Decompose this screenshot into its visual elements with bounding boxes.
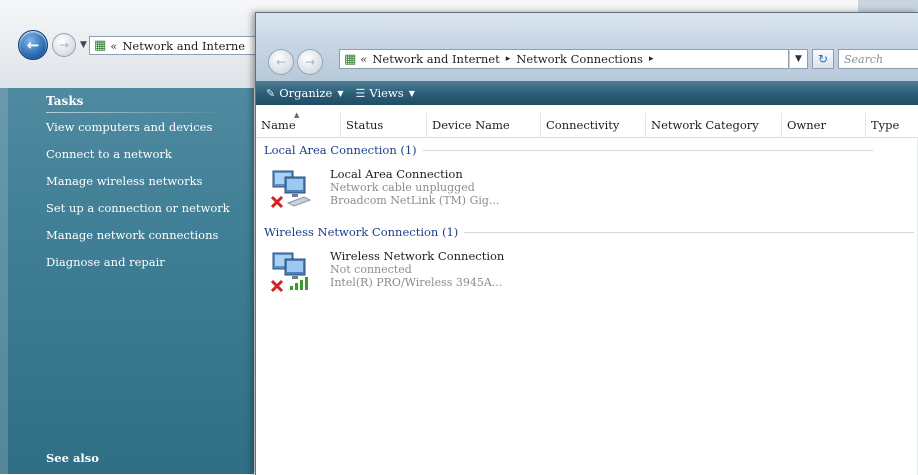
group-header-local-area[interactable]: Local Area Connection (1) bbox=[264, 143, 873, 157]
organize-label: Organize bbox=[279, 86, 333, 100]
front-nav-buttons: ← → bbox=[268, 49, 323, 75]
wireless-network-icon bbox=[270, 252, 308, 293]
views-button[interactable]: ☰ Views ▼ bbox=[355, 86, 414, 100]
column-owner-label: Owner bbox=[787, 118, 826, 132]
column-device-name[interactable]: Device Name bbox=[427, 113, 541, 137]
connection-status: Network cable unplugged bbox=[330, 181, 475, 194]
column-device-name-label: Device Name bbox=[432, 118, 510, 132]
views-icon: ☰ bbox=[355, 86, 366, 100]
task-manage-wireless[interactable]: Manage wireless networks bbox=[46, 174, 230, 201]
recent-pages-dropdown-icon[interactable]: ▼ bbox=[80, 40, 87, 50]
views-label: Views bbox=[369, 86, 404, 100]
network-connections-icon: ▦ bbox=[344, 51, 357, 67]
column-name-label: Name bbox=[261, 118, 296, 132]
back-address-bar[interactable]: ▦ « Network and Interne bbox=[89, 36, 259, 55]
chevron-down-icon: ▼ bbox=[337, 88, 344, 98]
connection-device: Broadcom NetLink (TM) Gig... bbox=[330, 194, 500, 207]
organize-button[interactable]: ✎ Organize ▼ bbox=[266, 86, 343, 100]
command-bar: ✎ Organize ▼ ☰ Views ▼ bbox=[256, 81, 918, 105]
address-chevron[interactable]: « bbox=[110, 39, 117, 53]
group-divider bbox=[422, 149, 873, 151]
column-connectivity[interactable]: Connectivity bbox=[541, 113, 646, 137]
address-bar[interactable]: ▦ « Network and Internet ▸ Network Conne… bbox=[339, 49, 789, 69]
column-connectivity-label: Connectivity bbox=[546, 118, 620, 132]
column-type[interactable]: Type bbox=[866, 113, 918, 137]
front-titlebar: ← → ▦ « Network and Internet ▸ Network C… bbox=[256, 13, 918, 81]
column-status-label: Status bbox=[346, 118, 384, 132]
group-header-label: Wireless Network Connection (1) bbox=[264, 225, 459, 239]
column-network-category[interactable]: Network Category bbox=[646, 113, 782, 137]
group-divider bbox=[464, 231, 915, 233]
connection-name: Wireless Network Connection bbox=[330, 249, 505, 263]
task-setup-connection[interactable]: Set up a connection or network bbox=[46, 201, 230, 228]
task-connect-network[interactable]: Connect to a network bbox=[46, 147, 230, 174]
task-view-computers[interactable]: View computers and devices bbox=[46, 120, 230, 147]
breadcrumb-network-internet[interactable]: Network and Internet bbox=[372, 52, 499, 66]
task-manage-connections[interactable]: Manage network connections bbox=[46, 228, 230, 255]
forward-arrow-icon[interactable]: → bbox=[297, 49, 323, 75]
chevron-down-icon: ▼ bbox=[408, 88, 415, 98]
network-folder-icon: ▦ bbox=[94, 38, 107, 53]
connection-device: Intel(R) PRO/Wireless 3945A... bbox=[330, 276, 503, 289]
tasks-divider bbox=[46, 112, 226, 113]
address-dropdown-icon[interactable]: ▼ bbox=[790, 49, 808, 69]
task-pane-edge bbox=[0, 88, 8, 474]
list-item-wireless-network-connection[interactable]: Wireless Network Connection Not connecte… bbox=[270, 249, 570, 301]
wired-network-icon bbox=[270, 170, 312, 209]
organize-icon: ✎ bbox=[266, 86, 276, 100]
column-headers: ▲ Name Status Device Name Connectivity N… bbox=[256, 111, 918, 138]
breadcrumb-separator-icon[interactable]: ▸ bbox=[649, 54, 654, 64]
see-also-heading: See also bbox=[46, 451, 99, 465]
breadcrumb-separator-icon[interactable]: ▸ bbox=[506, 54, 511, 64]
search-placeholder: Search bbox=[844, 52, 884, 66]
address-chevron[interactable]: « bbox=[360, 52, 367, 66]
connection-name: Local Area Connection bbox=[330, 167, 463, 181]
sort-ascending-icon: ▲ bbox=[294, 111, 300, 119]
connection-text: Local Area Connection Network cable unpl… bbox=[330, 167, 499, 207]
connection-text: Wireless Network Connection Not connecte… bbox=[330, 249, 504, 289]
back-arrow-icon[interactable]: ← bbox=[18, 30, 48, 60]
back-arrow-icon[interactable]: ← bbox=[268, 49, 294, 75]
breadcrumb-network-connections[interactable]: Network Connections bbox=[516, 52, 643, 66]
column-owner[interactable]: Owner bbox=[782, 113, 866, 137]
search-input[interactable]: Search bbox=[838, 49, 918, 69]
group-header-label: Local Area Connection (1) bbox=[264, 143, 417, 157]
tasks-title: Tasks bbox=[46, 94, 84, 108]
column-status[interactable]: Status bbox=[341, 113, 427, 137]
back-nav-buttons: ← → ▼ bbox=[18, 30, 87, 60]
column-network-category-label: Network Category bbox=[651, 118, 759, 132]
address-text: Network and Interne bbox=[122, 38, 246, 53]
forward-arrow-icon[interactable]: → bbox=[52, 33, 76, 57]
connection-status: Not connected bbox=[330, 263, 412, 276]
column-name[interactable]: ▲ Name bbox=[256, 111, 341, 137]
refresh-icon[interactable]: ↻ bbox=[812, 49, 834, 69]
task-list: View computers and devices Connect to a … bbox=[46, 120, 230, 282]
column-type-label: Type bbox=[871, 118, 900, 132]
task-pane: Tasks View computers and devices Connect… bbox=[0, 88, 254, 474]
network-connections-window: ← → ▦ « Network and Internet ▸ Network C… bbox=[255, 12, 918, 475]
group-header-wireless[interactable]: Wireless Network Connection (1) bbox=[264, 225, 915, 239]
list-item-local-area-connection[interactable]: Local Area Connection Network cable unpl… bbox=[270, 167, 570, 219]
task-diagnose-repair[interactable]: Diagnose and repair bbox=[46, 255, 230, 282]
